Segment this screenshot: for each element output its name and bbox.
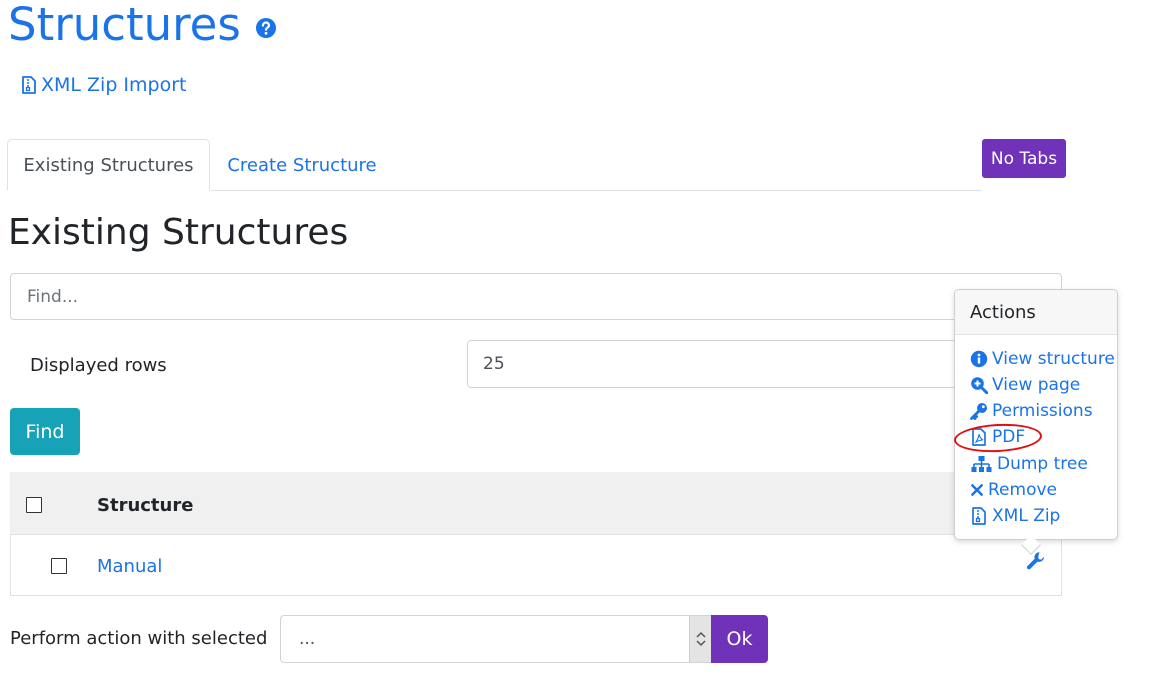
key-icon <box>970 403 987 420</box>
xml-zip-import-label: XML Zip Import <box>41 74 187 96</box>
menu-item-xml-zip[interactable]: XML Zip <box>970 504 1060 528</box>
no-tabs-label: No Tabs <box>990 148 1058 169</box>
menu-item-label: Remove <box>988 480 1057 500</box>
tab-existing-structures[interactable]: Existing Structures <box>7 139 210 191</box>
structure-link-manual[interactable]: Manual <box>97 556 162 577</box>
column-header-structure[interactable]: Structure <box>97 495 193 516</box>
file-archive-icon <box>22 76 36 94</box>
menu-item-permissions[interactable]: Permissions <box>970 399 1093 423</box>
displayed-rows-input[interactable]: 25 <box>467 340 967 388</box>
sitemap-icon <box>971 456 992 472</box>
menu-item-remove[interactable]: Remove <box>970 478 1057 502</box>
select-all-checkbox[interactable] <box>26 497 42 513</box>
menu-item-label: View structure <box>992 349 1115 369</box>
perform-action-label: Perform action with selected <box>10 628 268 649</box>
row-checkbox[interactable] <box>51 558 67 574</box>
displayed-rows-label: Displayed rows <box>30 355 167 376</box>
tab-existing-structures-label: Existing Structures <box>23 154 194 176</box>
ok-button-label: Ok <box>726 628 753 650</box>
menu-item-label: Permissions <box>992 401 1093 421</box>
find-button[interactable]: Find <box>10 408 80 455</box>
perform-action-select[interactable]: ... <box>280 615 712 663</box>
menu-item-view-structure[interactable]: View structure <box>970 347 1115 371</box>
wrench-icon[interactable] <box>1025 550 1047 572</box>
menu-item-view-page[interactable]: View page <box>970 373 1080 397</box>
section-title: Existing Structures <box>8 212 349 253</box>
tab-create-structure[interactable]: Create Structure <box>212 139 392 191</box>
actions-popover-title: Actions <box>955 290 1117 335</box>
page-title-text: Structures <box>8 0 241 51</box>
times-icon <box>971 484 983 496</box>
perform-action-selected: ... <box>299 629 316 649</box>
displayed-rows-value: 25 <box>483 354 505 374</box>
search-plus-icon <box>971 377 988 394</box>
info-circle-icon <box>970 350 988 368</box>
question-circle-icon[interactable] <box>255 17 277 39</box>
page-title: Structures <box>8 0 277 54</box>
select-arrow[interactable] <box>689 616 711 662</box>
find-button-label: Find <box>25 420 65 443</box>
file-archive-icon <box>972 507 986 525</box>
search-input[interactable] <box>10 273 1062 320</box>
chevron-up-down-icon <box>695 631 706 647</box>
ok-button[interactable]: Ok <box>711 615 768 663</box>
menu-item-label: View page <box>992 375 1081 395</box>
tab-create-structure-label: Create Structure <box>227 154 377 176</box>
no-tabs-button[interactable]: No Tabs <box>982 139 1066 178</box>
menu-item-label: Dump tree <box>997 454 1088 474</box>
xml-zip-import-link[interactable]: XML Zip Import <box>22 74 187 96</box>
menu-item-dump-tree[interactable]: Dump tree <box>970 452 1088 476</box>
actions-popover-title-text: Actions <box>970 301 1036 323</box>
menu-item-label: XML Zip <box>992 506 1061 526</box>
